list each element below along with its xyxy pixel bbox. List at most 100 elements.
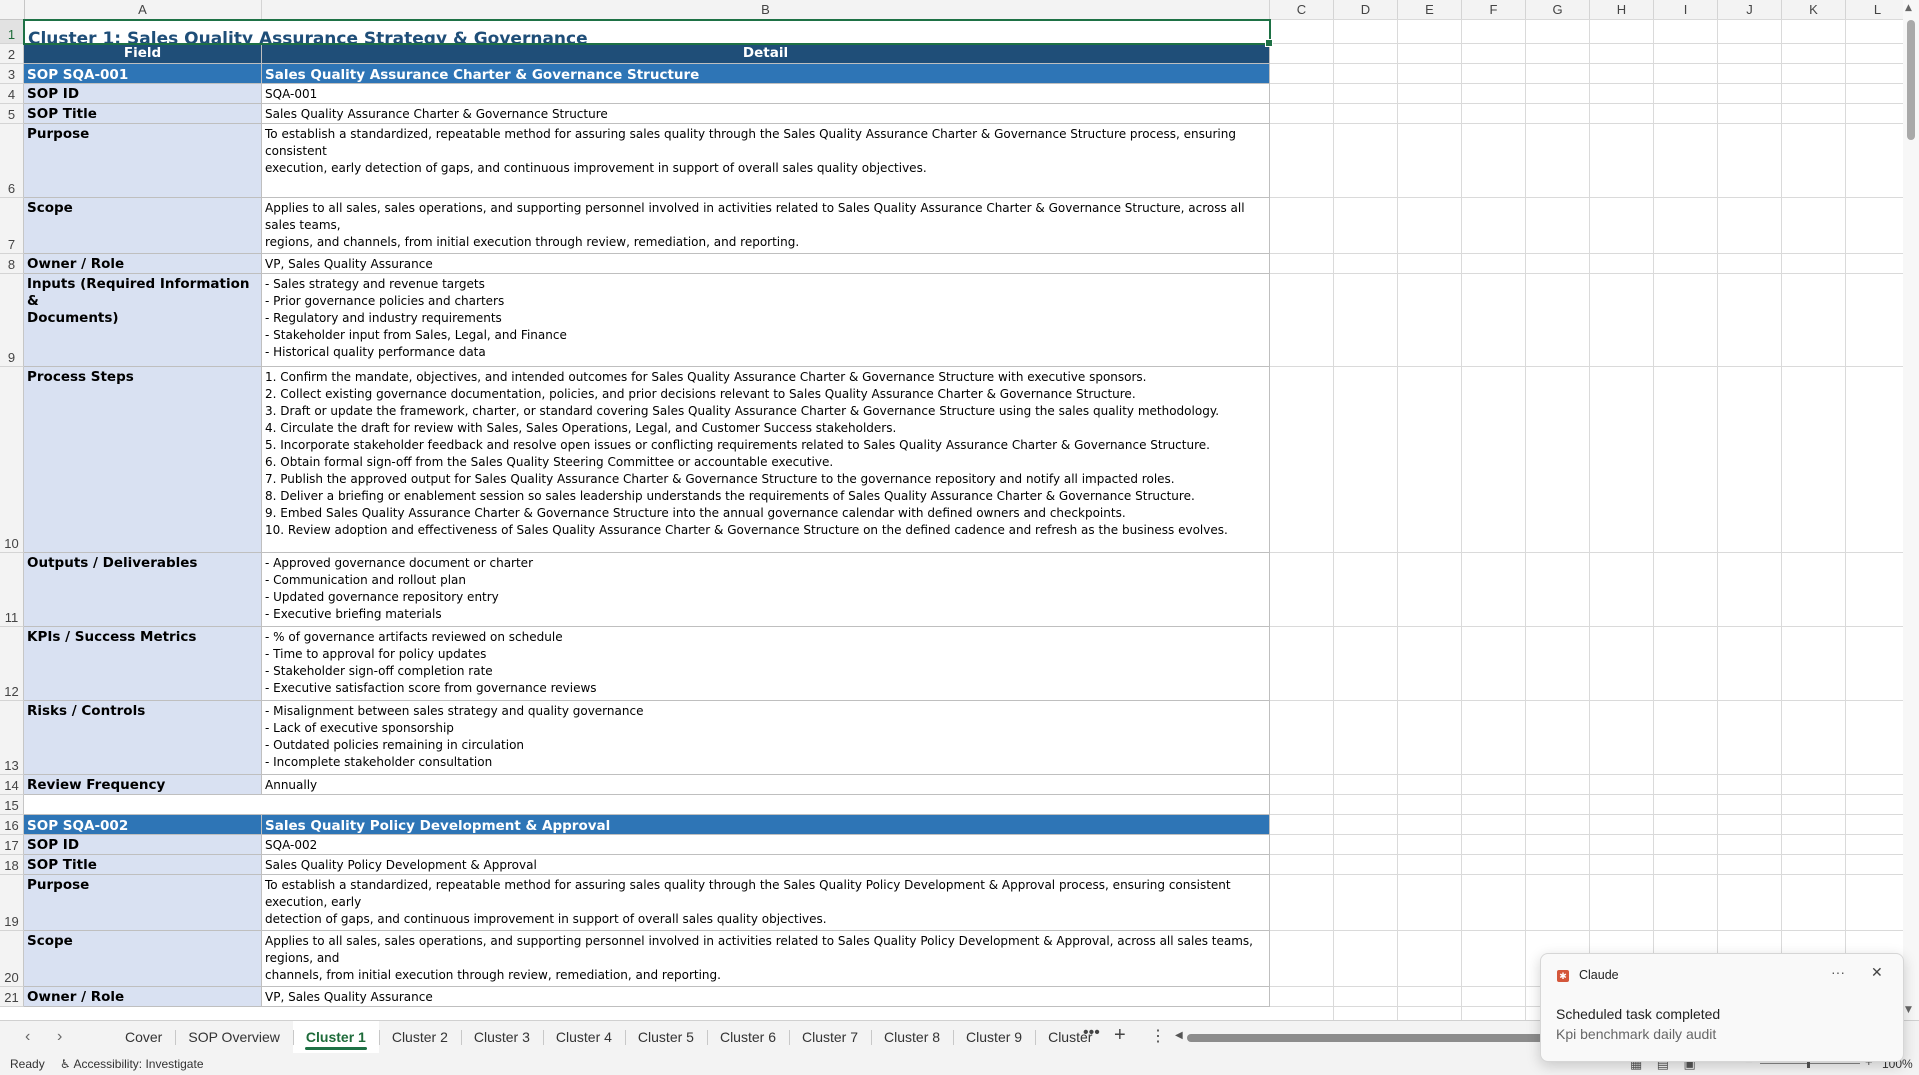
scroll-down-icon[interactable]: ▼ (1905, 1005, 1912, 1015)
row-header[interactable]: 15 (0, 795, 24, 815)
field-label-cell[interactable]: Risks / Controls (24, 701, 262, 775)
field-label-cell[interactable]: Owner / Role (24, 254, 262, 274)
column-header-j[interactable]: J (1718, 0, 1782, 19)
column-header-bar[interactable]: ABCDEFGHIJKL (0, 0, 1919, 20)
sop-section-label[interactable]: SOP SQA-002 (24, 815, 262, 835)
detail-cell[interactable]: Applies to all sales, sales operations, … (262, 198, 1270, 254)
detail-cell[interactable]: SQA-001 (262, 84, 1270, 104)
column-header-h[interactable]: H (1590, 0, 1654, 19)
sheet-tab-cover[interactable]: Cover (112, 1021, 175, 1054)
field-label-cell[interactable]: SOP ID (24, 84, 262, 104)
vertical-scroll-thumb[interactable] (1907, 20, 1915, 140)
horizontal-scroll-thumb[interactable] (1187, 1034, 1547, 1042)
row-header[interactable]: 6 (0, 124, 24, 198)
field-label-cell[interactable]: Process Steps (24, 367, 262, 553)
vertical-scrollbar[interactable]: ▲ ▼ (1903, 0, 1919, 1020)
row-header[interactable]: 3 (0, 64, 24, 84)
field-label-cell[interactable]: SOP Title (24, 855, 262, 875)
sheet-tab-sop-overview[interactable]: SOP Overview (175, 1021, 293, 1054)
detail-cell[interactable]: Sales Quality Assurance Charter & Govern… (262, 104, 1270, 124)
field-label-cell[interactable]: Scope (24, 198, 262, 254)
row-header[interactable]: 11 (0, 553, 24, 627)
sheet-options-icon[interactable]: ⋮ (1150, 1026, 1166, 1046)
field-label-cell[interactable]: KPIs / Success Metrics (24, 627, 262, 701)
field-label-cell[interactable]: Purpose (24, 124, 262, 198)
detail-cell[interactable]: 1. Confirm the mandate, objectives, and … (262, 367, 1270, 553)
row-header[interactable]: 19 (0, 875, 24, 931)
more-options-icon[interactable]: ··· (1831, 964, 1845, 980)
row-header[interactable]: 21 (0, 987, 24, 1007)
row-header[interactable]: 20 (0, 931, 24, 987)
prev-sheet-icon[interactable]: ‹ (25, 1028, 30, 1046)
more-sheets-icon[interactable]: ••• (1083, 1024, 1100, 1042)
row-header[interactable]: 4 (0, 84, 24, 104)
column-header-k[interactable]: K (1782, 0, 1846, 19)
row-header[interactable]: 18 (0, 855, 24, 875)
detail-cell[interactable]: - % of governance artifacts reviewed on … (262, 627, 1270, 701)
detail-cell[interactable]: VP, Sales Quality Assurance (262, 987, 1270, 1007)
column-header-a[interactable]: A (24, 0, 262, 19)
column-header-f[interactable]: F (1462, 0, 1526, 19)
column-header-g[interactable]: G (1526, 0, 1590, 19)
detail-cell[interactable]: - Misalignment between sales strategy an… (262, 701, 1270, 775)
field-label-cell[interactable]: Review Frequency (24, 775, 262, 795)
field-label-cell[interactable]: SOP ID (24, 835, 262, 855)
row-header[interactable]: 10 (0, 367, 24, 553)
field-label-cell[interactable]: Inputs (Required Information & Documents… (24, 274, 262, 367)
sheet-tab-cluster-3[interactable]: Cluster 3 (460, 1021, 543, 1054)
empty-cell[interactable] (24, 795, 1270, 815)
detail-cell[interactable]: Applies to all sales, sales operations, … (262, 931, 1270, 987)
column-header-c[interactable]: C (1270, 0, 1334, 19)
field-label-cell[interactable]: Purpose (24, 875, 262, 931)
scroll-up-icon[interactable]: ▲ (1905, 3, 1912, 13)
sheet-tab-cluster-9[interactable]: Cluster 9 (953, 1021, 1035, 1054)
sheet-tab-cluster-1[interactable]: Cluster 1 (292, 1021, 379, 1054)
scroll-left-icon[interactable]: ◀ (1175, 1030, 1183, 1041)
detail-cell[interactable]: - Sales strategy and revenue targets - P… (262, 274, 1270, 367)
detail-cell[interactable]: Sales Quality Policy Development & Appro… (262, 855, 1270, 875)
sheet-tab-cluster-7[interactable]: Cluster 7 (788, 1021, 871, 1054)
detail-cell[interactable]: SQA-002 (262, 835, 1270, 855)
row-header[interactable]: 12 (0, 627, 24, 701)
header-detail[interactable]: Detail (262, 44, 1270, 64)
row-header[interactable]: 13 (0, 701, 24, 775)
field-label-cell[interactable]: Outputs / Deliverables (24, 553, 262, 627)
add-sheet-icon[interactable]: + (1114, 1024, 1126, 1047)
row-header[interactable]: 16 (0, 815, 24, 835)
detail-cell[interactable]: VP, Sales Quality Assurance (262, 254, 1270, 274)
sheet-tab-cluster-6[interactable]: Cluster 6 (706, 1021, 789, 1054)
column-header-d[interactable]: D (1334, 0, 1398, 19)
sheet-tab-cluster-2[interactable]: Cluster 2 (378, 1021, 461, 1054)
sheet-tab-cluster-8[interactable]: Cluster 8 (871, 1021, 953, 1054)
row-header[interactable]: 14 (0, 775, 24, 795)
accessibility-status[interactable]: ♿︎ Accessibility: Investigate (60, 1057, 204, 1071)
sheet-title[interactable]: Cluster 1: Sales Quality Assurance Strat… (24, 20, 1270, 44)
header-field[interactable]: Field (24, 44, 262, 64)
sop-section-title[interactable]: Sales Quality Assurance Charter & Govern… (262, 64, 1270, 84)
column-header-e[interactable]: E (1398, 0, 1462, 19)
row-header[interactable]: 2 (0, 44, 24, 64)
detail-cell[interactable]: To establish a standardized, repeatable … (262, 124, 1270, 198)
row-header[interactable]: 8 (0, 254, 24, 274)
spreadsheet-grid[interactable]: ABCDEFGHIJKL 1 Cluster 1: Sales Quality A… (0, 0, 1919, 1020)
row-header[interactable]: 7 (0, 198, 24, 254)
field-label-cell[interactable]: Scope (24, 931, 262, 987)
column-header-l[interactable]: L (1846, 0, 1910, 19)
detail-cell[interactable]: To establish a standardized, repeatable … (262, 875, 1270, 931)
row-header[interactable]: 9 (0, 274, 24, 367)
detail-cell[interactable]: Annually (262, 775, 1270, 795)
detail-cell[interactable]: - Approved governance document or charte… (262, 553, 1270, 627)
select-all-corner[interactable] (0, 0, 25, 19)
row-header[interactable]: 17 (0, 835, 24, 855)
close-icon[interactable]: ✕ (1871, 964, 1883, 981)
column-header-i[interactable]: I (1654, 0, 1718, 19)
sop-section-label[interactable]: SOP SQA-001 (24, 64, 262, 84)
notification-toast[interactable]: ✱ Claude ··· ✕ Scheduled task completed … (1540, 953, 1904, 1062)
field-label-cell[interactable]: SOP Title (24, 104, 262, 124)
row-header[interactable]: 1 (0, 20, 24, 44)
sheet-tab-cluster-4[interactable]: Cluster 4 (542, 1021, 625, 1054)
row-header[interactable]: 5 (0, 104, 24, 124)
sheet-tab-cluster-5[interactable]: Cluster 5 (624, 1021, 707, 1054)
column-header-b[interactable]: B (262, 0, 1270, 19)
sop-section-title[interactable]: Sales Quality Policy Development & Appro… (262, 815, 1270, 835)
